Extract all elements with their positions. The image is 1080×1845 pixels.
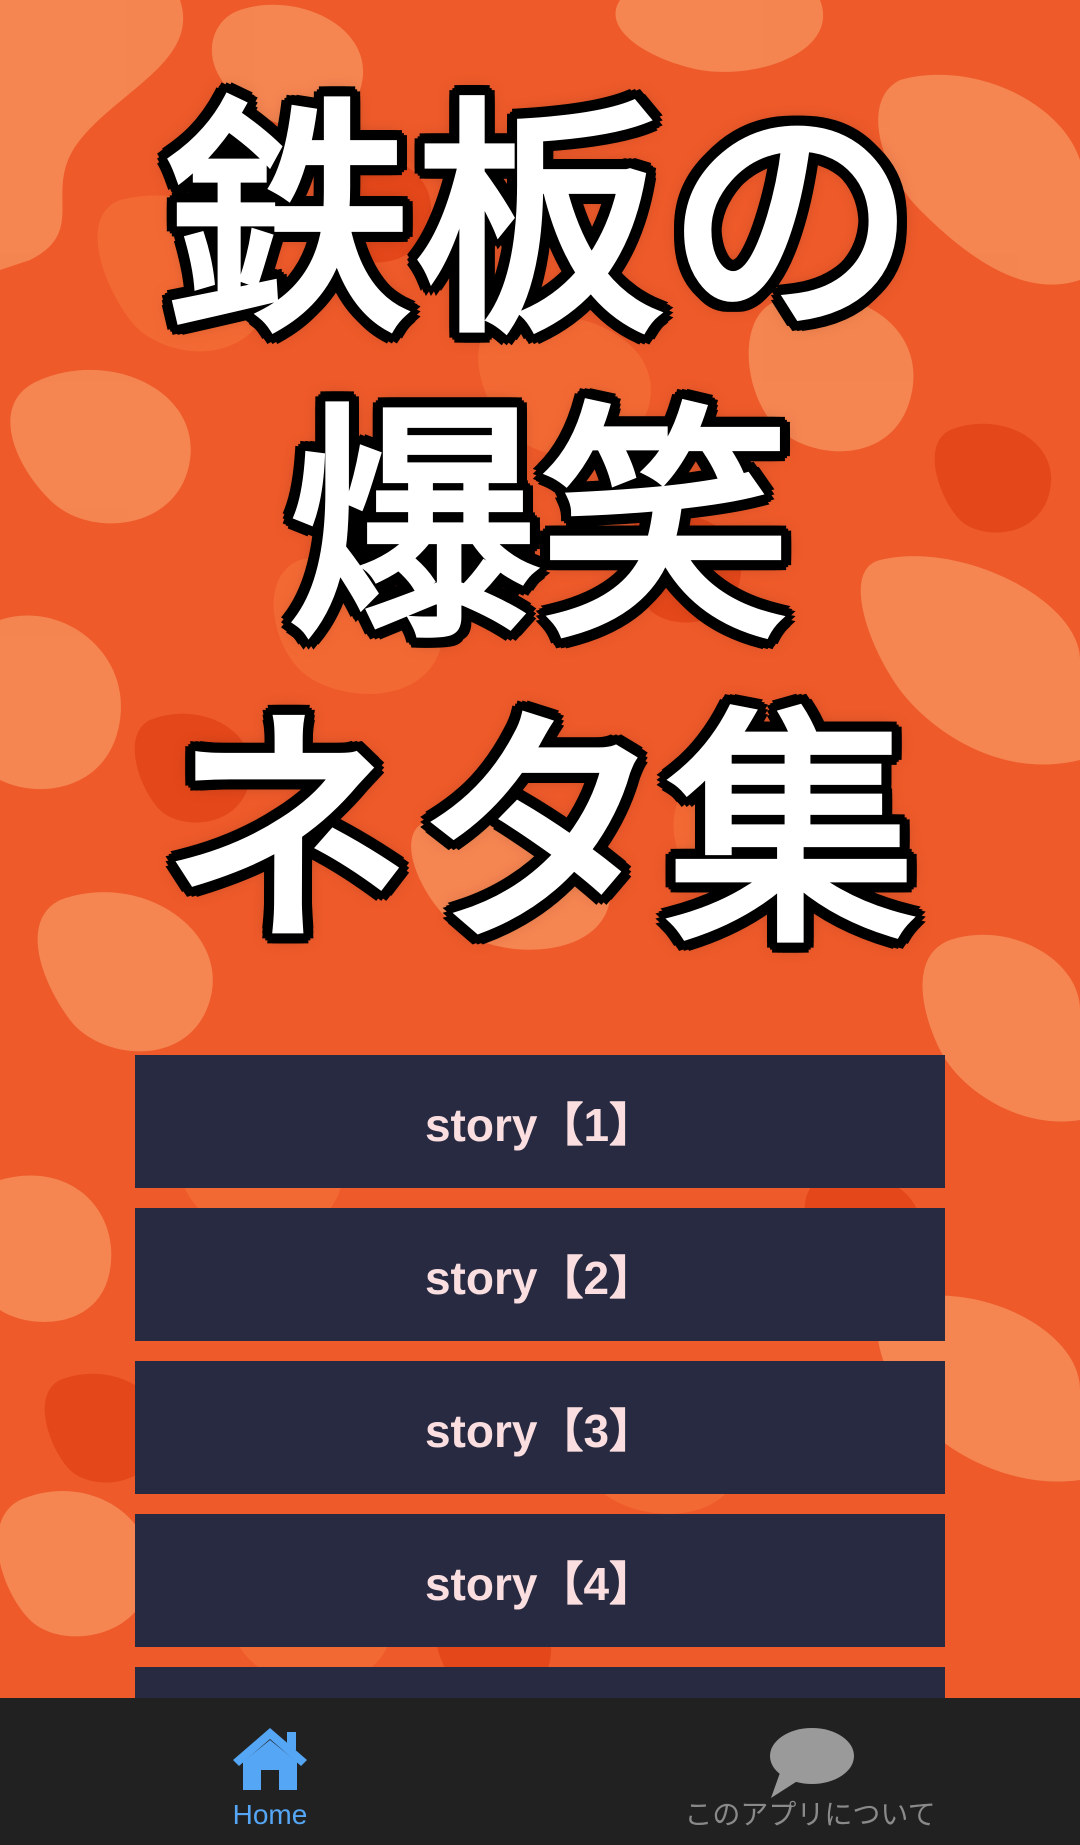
story-button-5[interactable] — [135, 1667, 945, 1698]
home-icon — [230, 1726, 310, 1796]
nav-home[interactable]: Home — [0, 1698, 540, 1845]
title-line-1: 鉄板の — [162, 77, 918, 368]
story-button-2[interactable]: story【2】 — [135, 1208, 945, 1341]
nav-about-app-label: このアプリについて — [684, 1799, 936, 1830]
title-line-3: ネタ集 — [162, 687, 918, 978]
story-button-3[interactable]: story【3】 — [135, 1361, 945, 1494]
app-title: 鉄板の 爆笑 ネタ集 — [0, 70, 1080, 985]
bottom-navigation: Home このアプリについて — [0, 1698, 1080, 1845]
story-button-1[interactable]: story【1】 — [135, 1055, 945, 1188]
story-button-4[interactable]: story【4】 — [135, 1514, 945, 1647]
nav-home-label: Home — [232, 1799, 308, 1830]
title-line-2: 爆笑 — [288, 382, 792, 673]
story-list: story【1】 story【2】 story【3】 story【4】 — [135, 1055, 945, 1698]
app-screen: 鉄板の 爆笑 ネタ集 story【1】 story【2】 story【3】 st… — [0, 0, 1080, 1845]
chat-bubble-icon — [765, 1726, 855, 1804]
nav-about-app[interactable]: このアプリについて — [540, 1698, 1080, 1845]
